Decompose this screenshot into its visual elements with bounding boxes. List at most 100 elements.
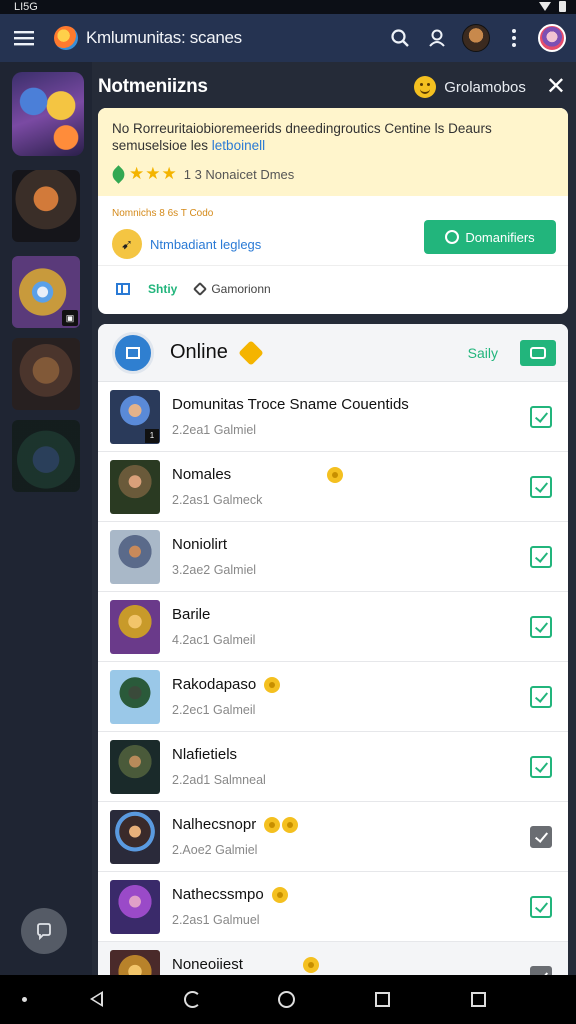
- checkbox-checked-icon[interactable]: [530, 686, 552, 708]
- meta-link[interactable]: Ntmbadiant leglegs: [150, 237, 261, 252]
- info-caption: Nomnichs 8 6s T Codo: [112, 208, 214, 219]
- checkbox-checked-icon[interactable]: [530, 546, 552, 568]
- player-status: 3.2ae2 Galmiel: [172, 563, 257, 577]
- user-avatar-button[interactable]: [458, 20, 494, 56]
- menu-icon: [14, 31, 34, 46]
- player-name: Domunitas Troce Sname Couentids: [172, 396, 409, 413]
- rating-text: 1 3 Nonaicet Dmes: [183, 166, 295, 182]
- online-title: Online: [170, 341, 228, 363]
- online-list: 1 Domunitas Troce Sname Couentids 2.2ea1…: [98, 382, 568, 975]
- player-status: 2.2as1 Galmeck: [172, 493, 263, 507]
- online-list-card: Online Saily 1 Domunitas Troce Sname Cou…: [98, 324, 568, 975]
- status-bar: LI5G: [0, 0, 576, 14]
- app-bar: Kmlumunitas: scanes: [0, 14, 576, 62]
- chat-button[interactable]: [21, 908, 67, 954]
- list-item[interactable]: Nalhecsnopr 2.Aoe2 Galmiel: [98, 802, 568, 872]
- rating-row: ★★★ 1 3 Nonaicet Dmes: [109, 164, 554, 184]
- list-filter-label[interactable]: Saily: [468, 345, 498, 361]
- rail-thumb-4[interactable]: [12, 420, 80, 492]
- leaf-icon: [109, 164, 128, 184]
- coin-icon: [264, 676, 281, 693]
- chat-icon: [37, 923, 51, 940]
- list-item[interactable]: Nomales 2.2as1 Galmeck: [98, 452, 568, 522]
- camera-button[interactable]: [520, 340, 556, 366]
- globe-icon: [445, 230, 460, 244]
- system-icons: [539, 0, 566, 12]
- app-logo: [54, 26, 78, 50]
- coin-icon: [271, 886, 288, 903]
- player-avatar: [110, 740, 160, 794]
- online-list-header: Online Saily: [98, 324, 568, 382]
- player-avatar: [110, 600, 160, 654]
- player-status: 2.Aoe2 Galmiel: [172, 843, 258, 857]
- tag-icon: [193, 281, 208, 297]
- person-icon: [429, 29, 445, 47]
- list-item[interactable]: Nathecssmpo 2.2as1 Galmuel: [98, 872, 568, 942]
- nav-recents-button[interactable]: [370, 987, 394, 1011]
- star-rating: ★★★: [129, 164, 178, 183]
- player-avatar: [110, 460, 160, 514]
- list-item[interactable]: Barile 4.2ac1 Galmeil: [98, 592, 568, 662]
- action-gray[interactable]: Gamorionn: [193, 281, 271, 297]
- overview-icon: [470, 991, 486, 1007]
- checkbox-checked-icon[interactable]: [530, 406, 552, 428]
- battery-icon: [559, 1, 566, 12]
- left-rail: ▣: [0, 62, 92, 975]
- home-icon: [277, 990, 295, 1008]
- list-item[interactable]: Rakodapaso 2.2ec1 Galmeil: [98, 662, 568, 732]
- overflow-menu-button[interactable]: [496, 20, 532, 56]
- info-actions: Shtiy Gamorionn: [98, 266, 568, 312]
- nav-back-button[interactable]: [84, 987, 108, 1011]
- rail-thumb-2[interactable]: ▣: [12, 256, 80, 328]
- system-nav-bar: [0, 975, 576, 1024]
- nav-refresh-button[interactable]: [180, 987, 204, 1011]
- rail-hero-art[interactable]: [12, 72, 84, 156]
- list-item[interactable]: 1 Domunitas Troce Sname Couentids 2.2ea1…: [98, 382, 568, 452]
- profile-button[interactable]: [420, 20, 456, 56]
- camera-icon: [530, 347, 546, 359]
- avatar-badge: 1: [145, 429, 159, 443]
- coin-icon: [302, 956, 319, 973]
- menu-button[interactable]: [0, 14, 48, 62]
- player-avatar: [110, 670, 160, 724]
- player-name: Nalhecsnopr: [172, 816, 257, 833]
- checkbox-checked-icon[interactable]: [530, 616, 552, 638]
- player-status: 2.2ad1 Salmneal: [172, 773, 266, 787]
- checkbox-partial-icon[interactable]: [530, 966, 552, 975]
- nav-home-button[interactable]: [274, 987, 298, 1011]
- search-button[interactable]: [382, 20, 418, 56]
- action-gray-label: Gamorionn: [211, 282, 271, 296]
- player-avatar: [110, 810, 160, 864]
- player-status: 2.2ea1 Galmiel: [172, 423, 257, 437]
- list-item[interactable]: Nlafietiels 2.2ad1 Salmneal: [98, 732, 568, 802]
- checkbox-checked-icon[interactable]: [530, 756, 552, 778]
- rail-thumb-1[interactable]: [12, 170, 80, 242]
- account-avatar-button[interactable]: [534, 20, 570, 56]
- nav-indicator-icon: [22, 997, 27, 1002]
- panel-title: Notmeniizns: [98, 76, 208, 97]
- notice-link[interactable]: letboinell: [212, 138, 265, 153]
- list-item[interactable]: Noneoiiest: [98, 942, 568, 975]
- close-icon[interactable]: ✕: [546, 75, 566, 99]
- panel-tag[interactable]: Grolamobos: [444, 79, 526, 96]
- chat-bubble-icon[interactable]: [530, 826, 552, 848]
- checkbox-checked-icon[interactable]: [530, 896, 552, 918]
- calendar-icon[interactable]: [116, 283, 130, 295]
- player-status: 2.2ec1 Galmeil: [172, 703, 256, 717]
- action-green[interactable]: Shtiy: [148, 282, 177, 296]
- account-avatar: [538, 24, 566, 52]
- online-badge-icon: [238, 339, 264, 366]
- coin-icon: [282, 816, 299, 833]
- notifications-panel: Notmeniizns Grolamobos ✕ No Rorreuritaio…: [92, 62, 576, 975]
- refresh-icon: [183, 990, 201, 1008]
- list-item[interactable]: Noniolirt 3.2ae2 Galmiel: [98, 522, 568, 592]
- thumb-badge: ▣: [62, 310, 78, 326]
- nav-overview-button[interactable]: [466, 987, 490, 1011]
- overflow-icon: [512, 29, 516, 47]
- primary-action-button[interactable]: Domanifiers: [424, 220, 556, 254]
- recents-icon: [374, 991, 390, 1007]
- notice-text: No Rorreuritaiobioremeerids dneedingrout…: [112, 121, 492, 153]
- rail-thumb-3[interactable]: [12, 338, 80, 410]
- checkbox-checked-icon[interactable]: [530, 476, 552, 498]
- online-group-icon: [112, 331, 154, 374]
